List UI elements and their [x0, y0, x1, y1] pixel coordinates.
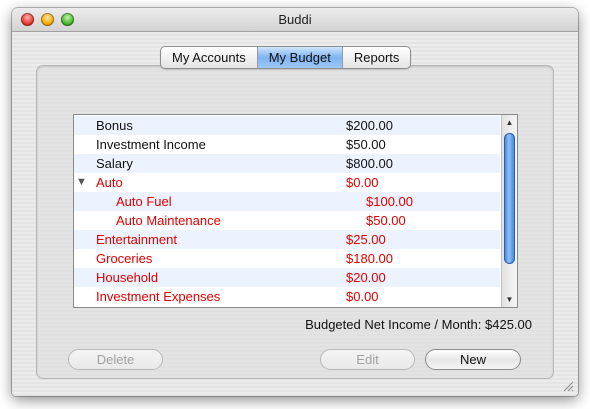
list-item[interactable]: Bonus $200.00: [74, 116, 500, 135]
budget-amount: $20.00: [346, 270, 386, 285]
net-income-summary: Budgeted Net Income / Month: $425.00: [305, 317, 532, 332]
list-item[interactable]: Salary $800.00: [74, 154, 500, 173]
window-content: My Accounts My Budget Reports Bonus $200.…: [12, 32, 578, 396]
list-item[interactable]: Investment Expenses $0.00: [74, 287, 500, 306]
category-name: Entertainment: [96, 232, 177, 247]
delete-button[interactable]: Delete: [68, 349, 163, 370]
edit-button[interactable]: Edit: [320, 349, 415, 370]
tab-my-accounts[interactable]: My Accounts: [161, 47, 258, 68]
resize-grip-icon[interactable]: [562, 380, 574, 392]
budget-amount: $25.00: [346, 232, 386, 247]
list-item[interactable]: Household $20.00: [74, 268, 500, 287]
scroll-thumb[interactable]: [504, 133, 515, 264]
category-name: Salary: [96, 156, 133, 171]
window-title: Buddi: [278, 12, 312, 27]
category-name: Groceries: [96, 251, 153, 266]
tab-bar: My Accounts My Budget Reports: [160, 46, 412, 69]
list-item[interactable]: Auto Fuel $100.00: [74, 192, 500, 211]
budget-amount: $0.00: [346, 289, 379, 304]
list-item[interactable]: Entertainment $25.00: [74, 230, 500, 249]
list-item[interactable]: ▼ Auto $0.00: [74, 173, 500, 192]
triangle-down-icon[interactable]: ▼: [76, 173, 87, 192]
category-name: Investment Income: [96, 137, 206, 152]
category-name: Household: [96, 270, 159, 285]
category-name: Bonus: [96, 118, 133, 133]
tab-my-budget[interactable]: My Budget: [257, 47, 343, 68]
new-button[interactable]: New: [425, 349, 521, 370]
budget-amount: $50.00: [366, 213, 406, 228]
vertical-scrollbar[interactable]: ▲ ▼: [501, 115, 517, 307]
budget-amount: $0.00: [346, 175, 379, 190]
category-name: Auto: [96, 175, 123, 190]
arrow-up-icon[interactable]: ▲: [502, 116, 517, 129]
category-name: Investment Expenses: [96, 289, 221, 304]
budget-category-list[interactable]: Bonus $200.00 Investment Income $50.00 Salar…: [73, 114, 518, 308]
list-item[interactable]: Investment Income $50.00: [74, 135, 500, 154]
tab-reports[interactable]: Reports: [343, 47, 411, 68]
budget-amount: $800.00: [346, 156, 393, 171]
list-item[interactable]: Auto Maintenance $50.00: [74, 211, 500, 230]
budget-amount: $100.00: [366, 194, 413, 209]
category-name: Auto Maintenance: [116, 213, 221, 228]
category-name: Auto Fuel: [116, 194, 172, 209]
title-bar[interactable]: Buddi: [12, 8, 578, 32]
list-item[interactable]: Groceries $180.00: [74, 249, 500, 268]
arrow-down-icon[interactable]: ▼: [502, 293, 517, 306]
budget-amount: $200.00: [346, 118, 393, 133]
budget-amount: $50.00: [346, 137, 386, 152]
app-window: Buddi My Accounts My Budget Reports Bonu…: [12, 8, 578, 396]
budget-amount: $180.00: [346, 251, 393, 266]
